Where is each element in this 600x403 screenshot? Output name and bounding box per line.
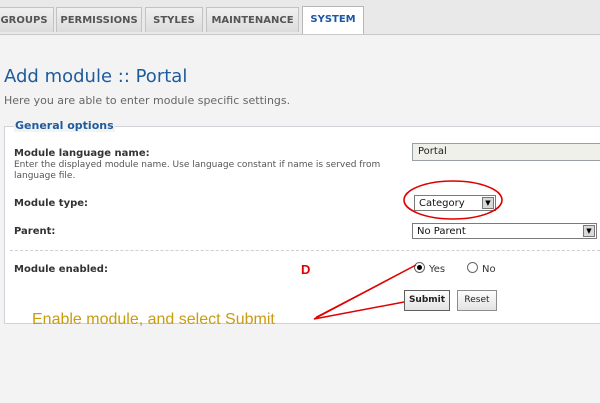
reset-button[interactable]: Reset xyxy=(457,290,497,311)
module-type-label: Module type: xyxy=(14,198,89,209)
page-title: Add module :: Portal xyxy=(4,66,188,87)
parent-select[interactable]: No Parent ▼ xyxy=(412,223,597,239)
module-enabled-yes-label: Yes xyxy=(429,264,446,275)
page-subtitle: Here you are able to enter module specif… xyxy=(4,94,291,107)
module-enabled-label: Module enabled: xyxy=(14,264,108,275)
module-language-name-hint: Enter the displayed module name. Use lan… xyxy=(14,160,381,181)
module-enabled-no[interactable]: No xyxy=(467,262,496,275)
tab-system[interactable]: SYSTEM xyxy=(302,6,364,34)
divider xyxy=(10,250,600,251)
general-options-legend: General options xyxy=(14,119,115,132)
tab-groups[interactable]: GROUPS xyxy=(0,7,54,32)
module-language-name-input[interactable]: Portal xyxy=(412,143,600,161)
tab-maintenance[interactable]: MAINTENANCE xyxy=(206,7,299,32)
module-type-value: Category xyxy=(419,198,465,209)
radio-selected-icon[interactable] xyxy=(414,262,425,273)
tab-bar: GROUPS PERMISSIONS STYLES MAINTENANCE SY… xyxy=(0,0,600,35)
module-enabled-yes[interactable]: Yes xyxy=(414,262,445,275)
tab-styles[interactable]: STYLES xyxy=(145,7,203,32)
parent-label: Parent: xyxy=(14,226,56,237)
tab-permissions[interactable]: PERMISSIONS xyxy=(56,7,142,32)
module-type-select[interactable]: Category ▼ xyxy=(414,195,496,211)
submit-button[interactable]: Submit xyxy=(404,290,450,311)
module-enabled-no-label: No xyxy=(482,264,496,275)
module-language-name-label: Module language name: xyxy=(14,148,150,159)
parent-value: No Parent xyxy=(417,226,466,237)
annotation-caption: Enable module, and select Submit xyxy=(32,311,275,328)
annotation-marker: D xyxy=(301,262,311,277)
chevron-down-icon[interactable]: ▼ xyxy=(583,225,595,237)
chevron-down-icon[interactable]: ▼ xyxy=(482,197,494,209)
radio-unselected-icon[interactable] xyxy=(467,262,478,273)
